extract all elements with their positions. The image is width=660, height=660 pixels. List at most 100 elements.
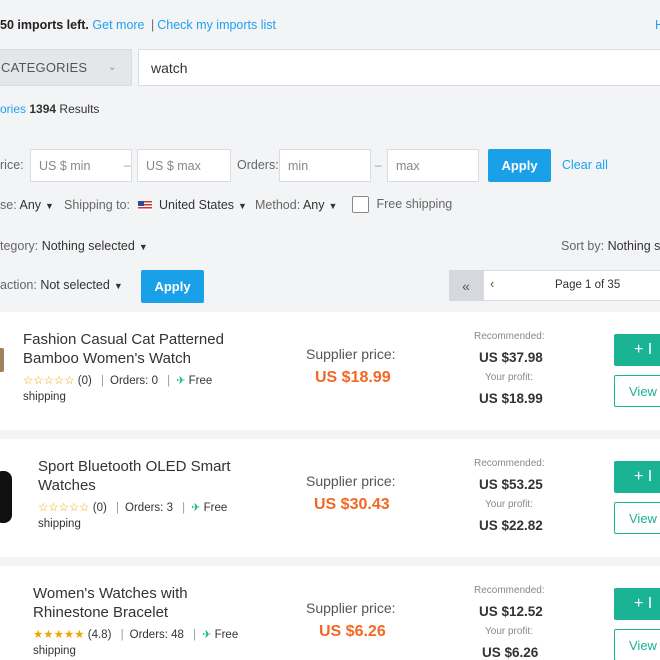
product-title[interactable]: Sport Bluetooth OLED Smart Watches: [38, 457, 258, 495]
product-card: Sport Bluetooth OLED Smart Watches ☆☆☆☆☆…: [0, 439, 660, 557]
separator: |: [151, 18, 155, 32]
check-imports-link[interactable]: Check my imports list: [157, 18, 276, 32]
clear-all-link[interactable]: Clear all: [562, 158, 608, 172]
rating-stars-icon: ☆☆☆☆☆: [38, 502, 90, 514]
ship-from-value: Any: [19, 198, 42, 212]
product-title[interactable]: Fashion Casual Cat Patterned Bamboo Wome…: [23, 330, 253, 368]
first-page-button[interactable]: «: [449, 270, 483, 301]
get-more-link[interactable]: Get more: [92, 18, 144, 32]
free-label: Free: [214, 629, 239, 641]
apply-filters-button[interactable]: Apply: [488, 149, 551, 182]
method-label: Method:: [255, 198, 301, 212]
chevron-left-icon: ‹: [490, 276, 495, 291]
profit-label: Your profit:: [485, 372, 533, 383]
category-select[interactable]: CATEGORIES ⌄: [0, 49, 132, 86]
orders-max-placeholder: max: [396, 158, 420, 173]
shipping-to-filter[interactable]: Shipping to: United States ▼: [64, 198, 247, 212]
orders-label: Orders:: [237, 158, 279, 172]
categories-link[interactable]: ories: [0, 102, 26, 116]
chevron-down-icon: ▼: [138, 242, 148, 252]
prev-page-button[interactable]: ‹: [490, 276, 494, 291]
search-input[interactable]: watch: [138, 49, 660, 86]
price-max-input[interactable]: US $ max: [137, 149, 231, 182]
recommended-label: Recommended:: [474, 458, 545, 469]
rating-stars-icon: ☆☆☆☆☆: [23, 375, 75, 387]
profit-value: US $22.82: [479, 518, 543, 533]
supplier-price: US $18.99: [315, 369, 391, 386]
price-dash: –: [124, 158, 131, 172]
orders-count: Orders: 48: [129, 629, 184, 641]
bulk-action-label: action:: [0, 278, 37, 292]
airplane-icon: ✈: [191, 502, 201, 514]
us-flag-icon: [137, 201, 152, 211]
free-shipping-label: Free shipping: [376, 196, 453, 211]
view-button[interactable]: View: [614, 629, 660, 660]
method-filter[interactable]: Method: Any ▼: [255, 198, 337, 212]
product-card: Women's Watches with Rhinestone Bracelet…: [0, 566, 660, 660]
category-filter[interactable]: tegory: Nothing selected ▼: [0, 239, 148, 253]
profit-label: Your profit:: [485, 499, 533, 510]
profit-value: US $6.26: [482, 645, 539, 660]
price-max-placeholder: US $ max: [146, 158, 201, 173]
free-shipping-filter[interactable]: Free shipping: [352, 196, 452, 213]
import-button[interactable]: + I: [614, 334, 660, 366]
price-min-input[interactable]: US $ min: [30, 149, 132, 182]
product-meta: ★★★★★ (4.8) | Orders: 48 | ✈ Free: [33, 627, 238, 641]
shipping-label: shipping: [23, 391, 66, 403]
shipping-label: shipping: [38, 518, 81, 530]
free-shipping-checkbox[interactable]: [352, 196, 369, 213]
orders-count: Orders: 3: [125, 502, 173, 514]
orders-max-input[interactable]: max: [387, 149, 479, 182]
results-count: 1394: [29, 102, 57, 116]
supplier-price-label: Supplier price:: [306, 473, 396, 489]
orders-min-input[interactable]: min: [279, 149, 371, 182]
chevron-down-icon: ▼: [113, 281, 123, 291]
orders-dash: –: [375, 158, 382, 172]
shipping-to-label: Shipping to:: [64, 198, 131, 212]
results-summary: ories 1394 Results: [0, 102, 99, 116]
shipping-label: shipping: [33, 645, 76, 657]
category-filter-value: Nothing selected: [41, 239, 135, 253]
category-filter-label: tegory:: [0, 239, 39, 253]
ship-from-label: se:: [0, 198, 17, 212]
rating-count: (0): [92, 502, 107, 514]
results-label: Results: [59, 102, 100, 116]
bulk-action-value: Not selected: [40, 278, 110, 292]
double-chevron-left-icon: «: [462, 277, 470, 294]
product-thumbnail: [0, 471, 12, 523]
rating-count: (4.8): [87, 629, 112, 641]
free-label: Free: [203, 502, 228, 514]
import-button[interactable]: + I: [614, 461, 660, 493]
view-button[interactable]: View: [614, 375, 660, 407]
product-card: Fashion Casual Cat Patterned Bamboo Wome…: [0, 312, 660, 430]
bulk-action-select[interactable]: action: Not selected ▼: [0, 278, 123, 292]
divider: |: [182, 502, 186, 514]
recommended-price: US $53.25: [479, 477, 543, 492]
view-button[interactable]: View: [614, 502, 660, 534]
airplane-icon: ✈: [176, 375, 186, 387]
method-value: Any: [302, 198, 325, 212]
product-title[interactable]: Women's Watches with Rhinestone Bracelet: [33, 584, 253, 622]
shipping-to-value: United States: [159, 198, 235, 212]
sort-label: Sort by:: [561, 239, 605, 253]
help-link[interactable]: H: [655, 18, 660, 32]
bulk-apply-button[interactable]: Apply: [141, 270, 204, 303]
profit-value: US $18.99: [479, 391, 543, 406]
imports-left-text: 50 imports left.: [0, 18, 89, 32]
product-meta: ☆☆☆☆☆ (0) | Orders: 0 | ✈ Free: [23, 373, 212, 387]
free-label: Free: [188, 375, 213, 387]
rating-stars-icon: ★★★★★: [33, 629, 85, 641]
category-select-label: CATEGORIES: [1, 60, 88, 75]
import-button[interactable]: + I: [614, 588, 660, 620]
page-indicator: Page 1 of 35: [555, 279, 621, 291]
orders-min-placeholder: min: [288, 158, 309, 173]
profit-label: Your profit:: [485, 626, 533, 637]
supplier-price-label: Supplier price:: [306, 600, 396, 616]
airplane-icon: ✈: [202, 629, 212, 641]
ship-from-filter[interactable]: se: Any ▼: [0, 198, 54, 212]
sort-filter[interactable]: Sort by: Nothing s: [561, 239, 660, 253]
chevron-down-icon: ▼: [238, 201, 247, 211]
supplier-price: US $30.43: [314, 496, 390, 513]
price-min-placeholder: US $ min: [39, 158, 91, 173]
divider: |: [193, 629, 197, 641]
